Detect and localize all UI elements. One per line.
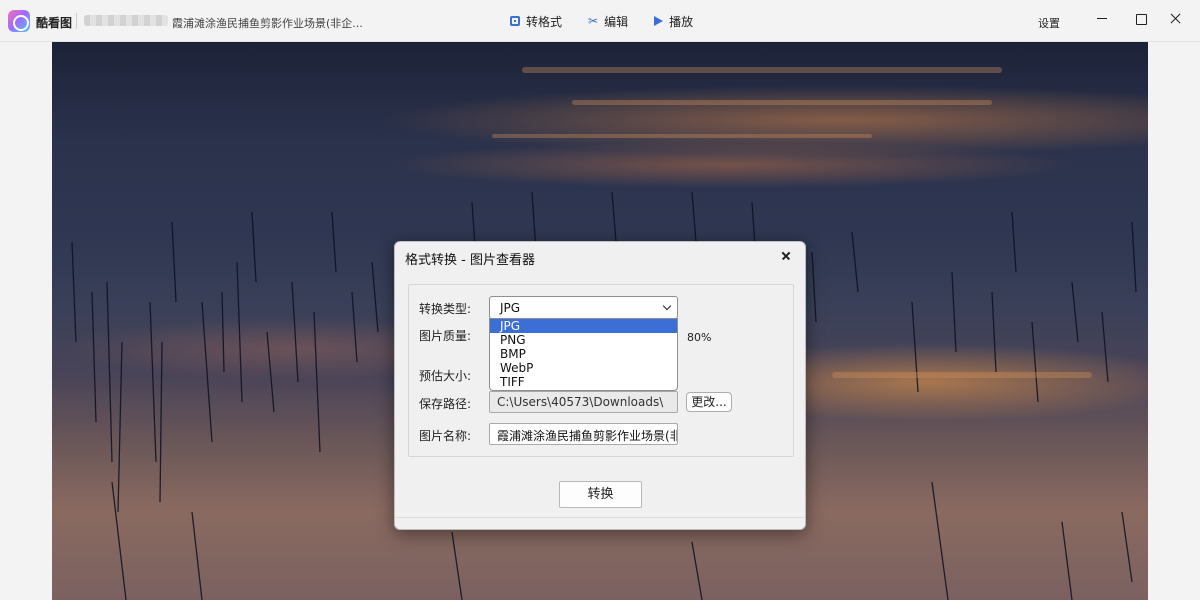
format-option-jpg[interactable]: JPG bbox=[490, 319, 677, 333]
app-name: 酷看图 bbox=[36, 16, 73, 30]
title-bar: 酷看图 霞浦滩涂渔民捕鱼剪影作业场景(非企... 转格式 ✂ 编辑 播放 设置 bbox=[0, 0, 1200, 42]
minimize-icon[interactable] bbox=[1093, 10, 1113, 28]
format-option-png[interactable]: PNG bbox=[490, 333, 677, 347]
format-select[interactable]: JPG bbox=[489, 296, 678, 319]
dialog-title: 格式转换 - 图片查看器 bbox=[405, 253, 535, 268]
save-path-field[interactable]: C:\Users\40573\Downloads\ bbox=[489, 391, 678, 413]
format-select-value: JPG bbox=[500, 301, 521, 315]
estimated-size-label: 预估大小: bbox=[419, 369, 472, 383]
convert-button[interactable]: 转换 bbox=[559, 481, 642, 508]
dialog-close-icon[interactable] bbox=[779, 248, 795, 264]
change-path-button[interactable]: 更改... bbox=[686, 392, 732, 412]
format-option-tiff[interactable]: TIFF bbox=[490, 375, 677, 389]
edit-button[interactable]: ✂ 编辑 bbox=[588, 13, 628, 30]
convert-format-label: 转格式 bbox=[526, 14, 563, 29]
format-option-bmp[interactable]: BMP bbox=[490, 347, 677, 361]
edit-label: 编辑 bbox=[604, 14, 629, 29]
play-button[interactable]: 播放 bbox=[654, 13, 693, 30]
play-icon bbox=[654, 16, 664, 26]
quality-label: 图片质量: bbox=[419, 329, 472, 343]
image-name-field[interactable]: 霞浦滩涂渔民捕鱼剪影作业场景(非 bbox=[489, 423, 678, 445]
save-path-label: 保存路径: bbox=[419, 397, 472, 411]
file-title: 霞浦滩涂渔民捕鱼剪影作业场景(非企... bbox=[172, 17, 363, 30]
close-window-icon[interactable] bbox=[1166, 10, 1186, 28]
convert-format-button[interactable]: 转格式 bbox=[510, 13, 562, 30]
convert-icon bbox=[510, 16, 520, 26]
format-dropdown-list: JPG PNG BMP WebP TIFF bbox=[489, 318, 678, 391]
play-label: 播放 bbox=[669, 14, 694, 29]
app-logo-icon bbox=[8, 10, 30, 32]
dialog-footer-divider bbox=[395, 517, 805, 529]
image-name-label: 图片名称: bbox=[419, 429, 472, 443]
quality-value: 80% bbox=[687, 331, 712, 344]
redacted-path bbox=[84, 15, 168, 26]
convert-type-label: 转换类型: bbox=[419, 302, 472, 316]
maximize-icon[interactable] bbox=[1131, 10, 1151, 28]
format-convert-dialog: 格式转换 - 图片查看器 转换类型: JPG JPG PNG BMP WebP … bbox=[394, 241, 806, 530]
scissors-icon: ✂ bbox=[588, 13, 599, 28]
format-option-webp[interactable]: WebP bbox=[490, 361, 677, 375]
settings-button[interactable]: 设置 bbox=[1038, 15, 1060, 31]
title-divider bbox=[76, 13, 77, 29]
chevron-down-icon bbox=[662, 301, 672, 311]
toolbar: 转格式 ✂ 编辑 播放 bbox=[510, 12, 693, 30]
